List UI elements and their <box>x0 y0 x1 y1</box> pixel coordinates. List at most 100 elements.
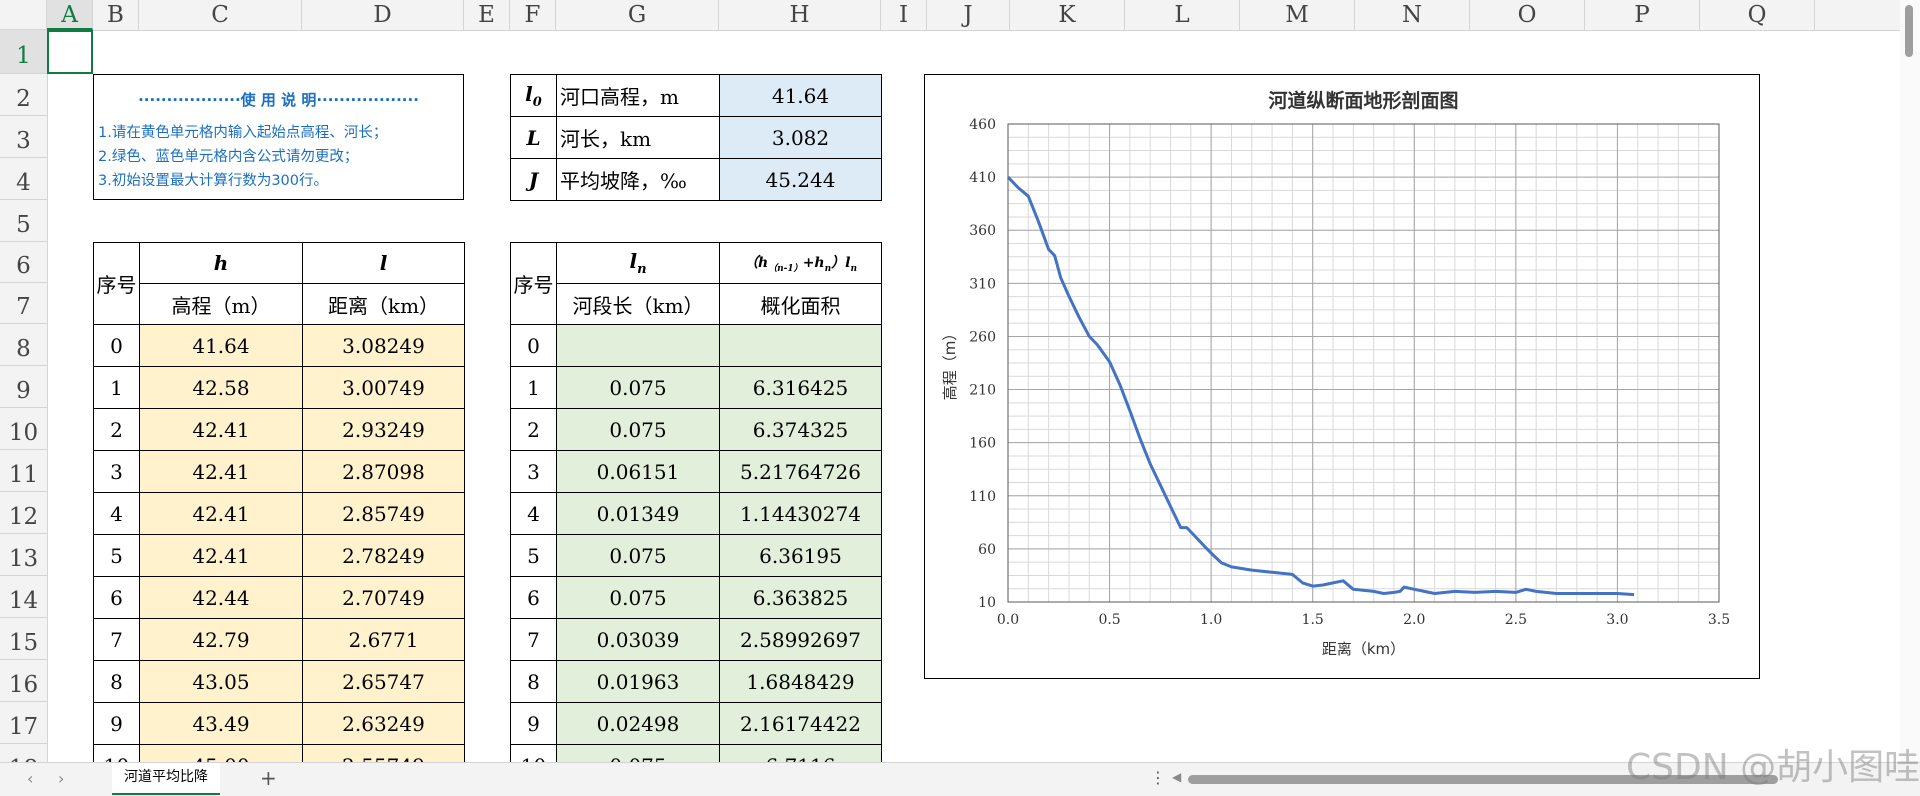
segment-table-cell[interactable]: 6.374325 <box>719 408 882 451</box>
segment-table-cell[interactable]: 1.6848429 <box>719 660 882 703</box>
row-header-7[interactable]: 7 <box>0 283 47 324</box>
column-header-k[interactable]: K <box>1010 0 1125 30</box>
row-header-10[interactable]: 10 <box>0 408 47 450</box>
elevation-table-cell: 1 <box>93 366 140 409</box>
column-header-e[interactable]: E <box>464 0 510 30</box>
elevation-table-cell[interactable]: 42.44 <box>139 576 303 619</box>
segment-table-cell[interactable]: 0.01349 <box>556 492 720 535</box>
row-header-3[interactable]: 3 <box>0 116 47 158</box>
row-header-16[interactable]: 16 <box>0 660 47 702</box>
column-header-g[interactable]: G <box>556 0 719 30</box>
elevation-table-cell[interactable]: 2.6771 <box>302 618 465 661</box>
active-cell-a1[interactable] <box>47 30 93 74</box>
segment-table-cell[interactable]: 2.16174422 <box>719 702 882 745</box>
column-header-h[interactable]: H <box>719 0 881 30</box>
segment-table-cell[interactable]: 2.58992697 <box>719 618 882 661</box>
row-header-5[interactable]: 5 <box>0 200 47 242</box>
elevation-table-cell[interactable]: 2.63249 <box>302 702 465 745</box>
elevation-table-cell[interactable]: 42.41 <box>139 450 303 493</box>
elevation-table-cell[interactable]: 42.79 <box>139 618 303 661</box>
column-header-m[interactable]: M <box>1240 0 1355 30</box>
elevation-table-cell: 9 <box>93 702 140 745</box>
segment-table-cell: 5 <box>510 534 557 577</box>
segment-table-cell[interactable]: 6.363825 <box>719 576 882 619</box>
more-options-icon[interactable]: ⋮ <box>1150 768 1166 787</box>
elevation-table-cell[interactable]: 2.93249 <box>302 408 465 451</box>
row-header-17[interactable]: 17 <box>0 702 47 744</box>
row-header-9[interactable]: 9 <box>0 366 47 408</box>
row-header-6[interactable]: 6 <box>0 242 47 283</box>
elevation-table-cell[interactable]: 2.85749 <box>302 492 465 535</box>
profile-chart[interactable]: 0.0 0.5 1.0 1.5 2.0 2.5 3.0 3.5 10 60 110 160 210 260… <box>924 74 1760 679</box>
row-header-14[interactable]: 14 <box>0 576 47 618</box>
x-tick-label: 2.5 <box>1505 612 1527 628</box>
row-header-1[interactable]: 1 <box>0 30 47 74</box>
param-value-river-length[interactable]: 3.082 <box>719 116 882 159</box>
param-value-average-slope[interactable]: 45.244 <box>719 158 882 201</box>
column-header-n[interactable]: N <box>1355 0 1470 30</box>
scroll-left-icon[interactable]: ◀ <box>1172 770 1181 784</box>
sheet-tab-river-slope[interactable]: 河道平均比降 <box>112 763 220 795</box>
elevation-table-cell: 6 <box>93 576 140 619</box>
elevation-table-cell[interactable]: 41.64 <box>139 324 303 367</box>
segment-table-cell[interactable]: 0.075 <box>556 408 720 451</box>
usage-line-1: 1.请在黄色单元格内输入起始点高程、河长； <box>98 125 388 141</box>
prev-sheet-icon[interactable]: ‹ <box>27 769 33 788</box>
column-header-a[interactable]: A <box>47 0 93 30</box>
segment-table-cell[interactable]: 0.03039 <box>556 618 720 661</box>
vertical-scroll-thumb[interactable] <box>1905 5 1913 57</box>
select-all-corner[interactable] <box>0 0 47 30</box>
column-header-j[interactable]: J <box>927 0 1010 30</box>
elevation-table-cell[interactable]: 3.00749 <box>302 366 465 409</box>
elevation-header: 高程（m） <box>139 283 303 325</box>
column-header-l[interactable]: L <box>1125 0 1240 30</box>
elevation-table-cell[interactable]: 42.41 <box>139 492 303 535</box>
segment-table-cell[interactable]: 6.36195 <box>719 534 882 577</box>
elevation-table-cell[interactable]: 2.65747 <box>302 660 465 703</box>
elevation-table-cell[interactable]: 43.05 <box>139 660 303 703</box>
column-header-d[interactable]: D <box>302 0 464 30</box>
row-header-11[interactable]: 11 <box>0 450 47 492</box>
next-sheet-icon[interactable]: › <box>58 769 64 788</box>
column-header-o[interactable]: O <box>1470 0 1585 30</box>
add-sheet-button[interactable]: + <box>260 766 277 790</box>
column-header-c[interactable]: C <box>139 0 302 30</box>
segment-table-cell[interactable] <box>719 324 882 367</box>
segment-table-cell[interactable]: 0.01963 <box>556 660 720 703</box>
row-header-15[interactable]: 15 <box>0 618 47 660</box>
segment-table-cell[interactable]: 0.075 <box>556 534 720 577</box>
row-header-13[interactable]: 13 <box>0 534 47 576</box>
row-header-2[interactable]: 2 <box>0 74 47 116</box>
segment-table-cell[interactable] <box>556 324 720 367</box>
segment-table-cell[interactable]: 6.316425 <box>719 366 882 409</box>
elevation-table-cell: 8 <box>93 660 140 703</box>
segment-table-cell[interactable]: 5.21764726 <box>719 450 882 493</box>
row-header-18[interactable]: 18 <box>0 744 47 762</box>
elevation-table-cell[interactable]: 42.41 <box>139 534 303 577</box>
param-value-outlet-elevation[interactable]: 41.64 <box>719 74 882 117</box>
column-header-f[interactable]: F <box>510 0 556 30</box>
elevation-table-cell[interactable]: 2.78249 <box>302 534 465 577</box>
elevation-table-cell[interactable]: 43.49 <box>139 702 303 745</box>
elevation-table-cell[interactable]: 42.58 <box>139 366 303 409</box>
param-label-river-length: 河长，km <box>556 116 720 159</box>
row-header-4[interactable]: 4 <box>0 158 47 200</box>
segment-table-row: 3 0.06151 5.21764726 <box>510 450 882 493</box>
column-header-p[interactable]: P <box>1585 0 1700 30</box>
elevation-table-cell[interactable]: 3.08249 <box>302 324 465 367</box>
segment-table-cell[interactable]: 0.02498 <box>556 702 720 745</box>
column-header-i[interactable]: I <box>881 0 927 30</box>
segment-table-cell[interactable]: 0.075 <box>556 576 720 619</box>
segment-table-cell[interactable]: 0.06151 <box>556 450 720 493</box>
elevation-table-cell[interactable]: 2.87098 <box>302 450 465 493</box>
elevation-table-cell[interactable]: 42.41 <box>139 408 303 451</box>
row-header-8[interactable]: 8 <box>0 324 47 366</box>
usage-instructions-box: ··················使 用 说 明···············… <box>93 74 464 200</box>
column-header-b[interactable]: B <box>93 0 139 30</box>
segment-table-cell[interactable]: 0.075 <box>556 366 720 409</box>
vertical-scrollbar[interactable] <box>1900 0 1920 762</box>
elevation-table-cell[interactable]: 2.70749 <box>302 576 465 619</box>
column-header-q[interactable]: Q <box>1700 0 1815 30</box>
row-header-12[interactable]: 12 <box>0 492 47 534</box>
segment-table-cell[interactable]: 1.14430274 <box>719 492 882 535</box>
